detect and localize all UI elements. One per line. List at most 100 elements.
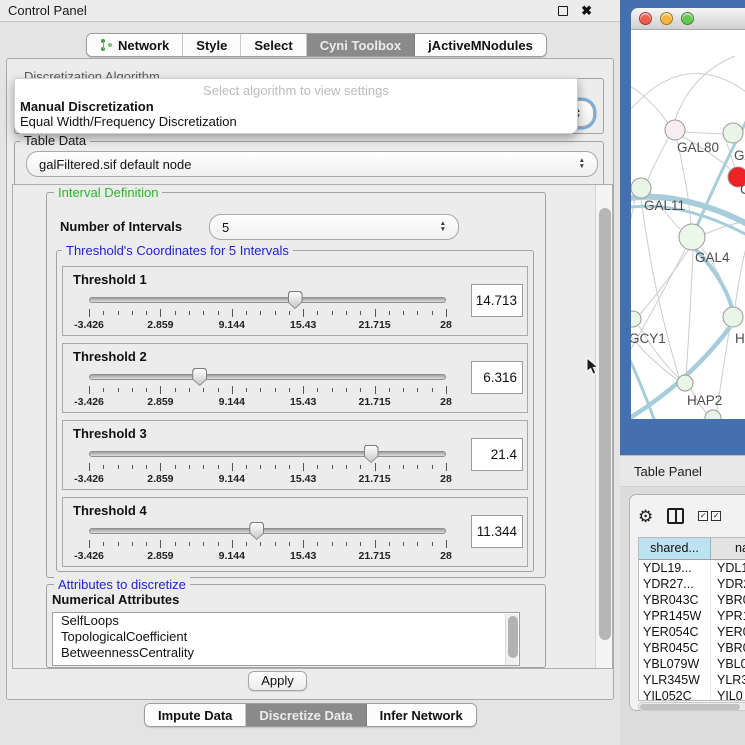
column-header-name[interactable]: na [711,538,745,559]
network-node-h[interactable] [723,307,743,327]
table-row[interactable]: YER054CYER0 [639,624,745,640]
network-node-label: HAP2 [687,393,722,408]
checkbox-icon[interactable]: ✓ [711,511,721,521]
slider-handle[interactable] [192,368,207,386]
threshold-value-field[interactable]: 11.344 [471,515,523,548]
network-node-gcy1[interactable] [631,311,641,327]
network-node-hap2[interactable] [677,375,693,391]
columns-icon[interactable] [667,508,684,524]
cell-shared-name[interactable]: YER054C [639,624,711,640]
table-row[interactable]: YBR045CYBR0 [639,640,745,656]
cell-shared-name[interactable]: YBL079W [639,656,711,672]
numerical-attributes-list[interactable]: SelfLoopsTopologicalCoefficientBetweenne… [52,612,520,666]
network-canvas[interactable]: GAL80GACGAL11GAL4GCY1HHAP2 [631,30,745,419]
number-of-intervals-combobox[interactable]: 5 ▲▼ [209,214,459,240]
slider-track[interactable] [89,528,446,534]
table-data-combobox[interactable]: galFiltered.sif default node ▲▼ [26,151,598,177]
thresholds-group-title: Threshold's Coordinates for 5 Intervals [62,243,293,258]
close-traffic-light-icon[interactable] [639,12,652,25]
float-window-icon[interactable] [558,6,568,16]
list-item[interactable]: SelfLoops [53,613,519,629]
cell-name[interactable]: YIL0 [711,688,745,701]
network-node[interactable] [705,410,721,419]
cell-shared-name[interactable]: YLR345W [639,672,711,688]
slider-handle[interactable] [288,291,303,309]
vertical-scrollbar-thumb[interactable] [599,208,611,640]
cell-name[interactable]: YPR1 [711,608,745,624]
network-node-gal11[interactable] [631,178,651,198]
slider-track[interactable] [89,451,446,457]
close-window-icon[interactable]: ✖ [581,3,592,19]
minimize-traffic-light-icon[interactable] [660,12,673,25]
tick-mark [303,386,304,394]
tick-mark [360,311,361,315]
table-row[interactable]: YLR345WYLR3 [639,672,745,688]
list-item[interactable]: TopologicalCoefficient [53,629,519,645]
tab-impute-data[interactable]: Impute Data [145,704,246,726]
cell-name[interactable]: YLR3 [711,672,745,688]
table-row[interactable]: YPR145WYPR1 [639,608,745,624]
node-table[interactable]: shared... na YDL19...YDL1YDR27...YDR2YBR… [638,537,745,701]
gear-icon[interactable]: ⚙ [638,508,653,525]
vertical-scrollbar[interactable] [595,185,612,668]
slider-track[interactable] [89,374,446,380]
slider-handle[interactable] [249,522,264,540]
tab-discretize-data[interactable]: Discretize Data [246,704,366,726]
network-node-ga[interactable] [723,123,743,143]
tick-mark [103,465,104,469]
threshold-value-field[interactable]: 21.4 [471,438,523,471]
attributes-list-scrollbar[interactable] [505,614,518,666]
cell-name[interactable]: YBR0 [711,592,745,608]
table-horizontal-scrollbar-thumb[interactable] [640,704,740,710]
table-row[interactable]: YBR043CYBR0 [639,592,745,608]
table-row[interactable]: YDL19...YDL1 [639,560,745,576]
cell-name[interactable]: YER0 [711,624,745,640]
tab-style[interactable]: Style [183,34,241,56]
network-node-label: GCY1 [631,331,666,346]
cell-name[interactable]: YDR2 [711,576,745,592]
apply-button[interactable]: Apply [248,671,307,691]
cell-shared-name[interactable]: YDL19... [639,560,711,576]
threshold-value-field[interactable]: 14.713 [471,284,523,317]
tick-mark [360,542,361,546]
attributes-list-scrollbar-thumb[interactable] [508,616,518,658]
tick-mark [203,465,204,469]
table-row[interactable]: YDR27...YDR2 [639,576,745,592]
algorithm-option[interactable]: Equal Width/Frequency Discretization [20,114,237,129]
cell-shared-name[interactable]: YPR145W [639,608,711,624]
network-node-label: H [735,331,745,346]
tick-mark [275,388,276,392]
table-horizontal-scrollbar[interactable] [638,702,745,711]
checkbox-icon[interactable]: ✓ [698,511,708,521]
tick-mark [275,311,276,315]
slider-track[interactable] [89,297,446,303]
network-node-gal80[interactable] [665,120,685,140]
cell-shared-name[interactable]: YDR27... [639,576,711,592]
network-graph[interactable]: GAL80GACGAL11GAL4GCY1HHAP2 [631,30,745,419]
cell-name[interactable]: YBR0 [711,640,745,656]
table-row[interactable]: YBL079WYBL0 [639,656,745,672]
tab-infer-network[interactable]: Infer Network [367,704,476,726]
slider-handle[interactable] [364,445,379,463]
threshold-value-field[interactable]: 6.316 [471,361,523,394]
algorithm-option[interactable]: Manual Discretization [20,99,154,114]
column-header-shared-name[interactable]: shared... [639,538,711,559]
tab-cyni-toolbox[interactable]: Cyni Toolbox [307,34,415,56]
tab-network[interactable]: Network [87,34,183,56]
tab-select[interactable]: Select [241,34,306,56]
combo-spinner-icon: ▲▼ [579,158,585,170]
cell-shared-name[interactable]: YIL052C [639,688,711,701]
tick-mark [360,388,361,392]
cell-name[interactable]: YDL1 [711,560,745,576]
zoom-traffic-light-icon[interactable] [681,12,694,25]
cell-shared-name[interactable]: YBR043C [639,592,711,608]
cell-shared-name[interactable]: YBR045C [639,640,711,656]
interval-definition-group-title: Interval Definition [54,185,162,200]
network-view-titlebar[interactable] [631,8,745,30]
network-node-gal4[interactable] [679,224,705,250]
cell-name[interactable]: YBL0 [711,656,745,672]
tick-label: -3.426 [74,396,104,408]
tab-jactivemnodules[interactable]: jActiveMNodules [415,34,546,56]
list-item[interactable]: BetweennessCentrality [53,645,519,661]
table-row[interactable]: YIL052CYIL0 [639,688,745,701]
